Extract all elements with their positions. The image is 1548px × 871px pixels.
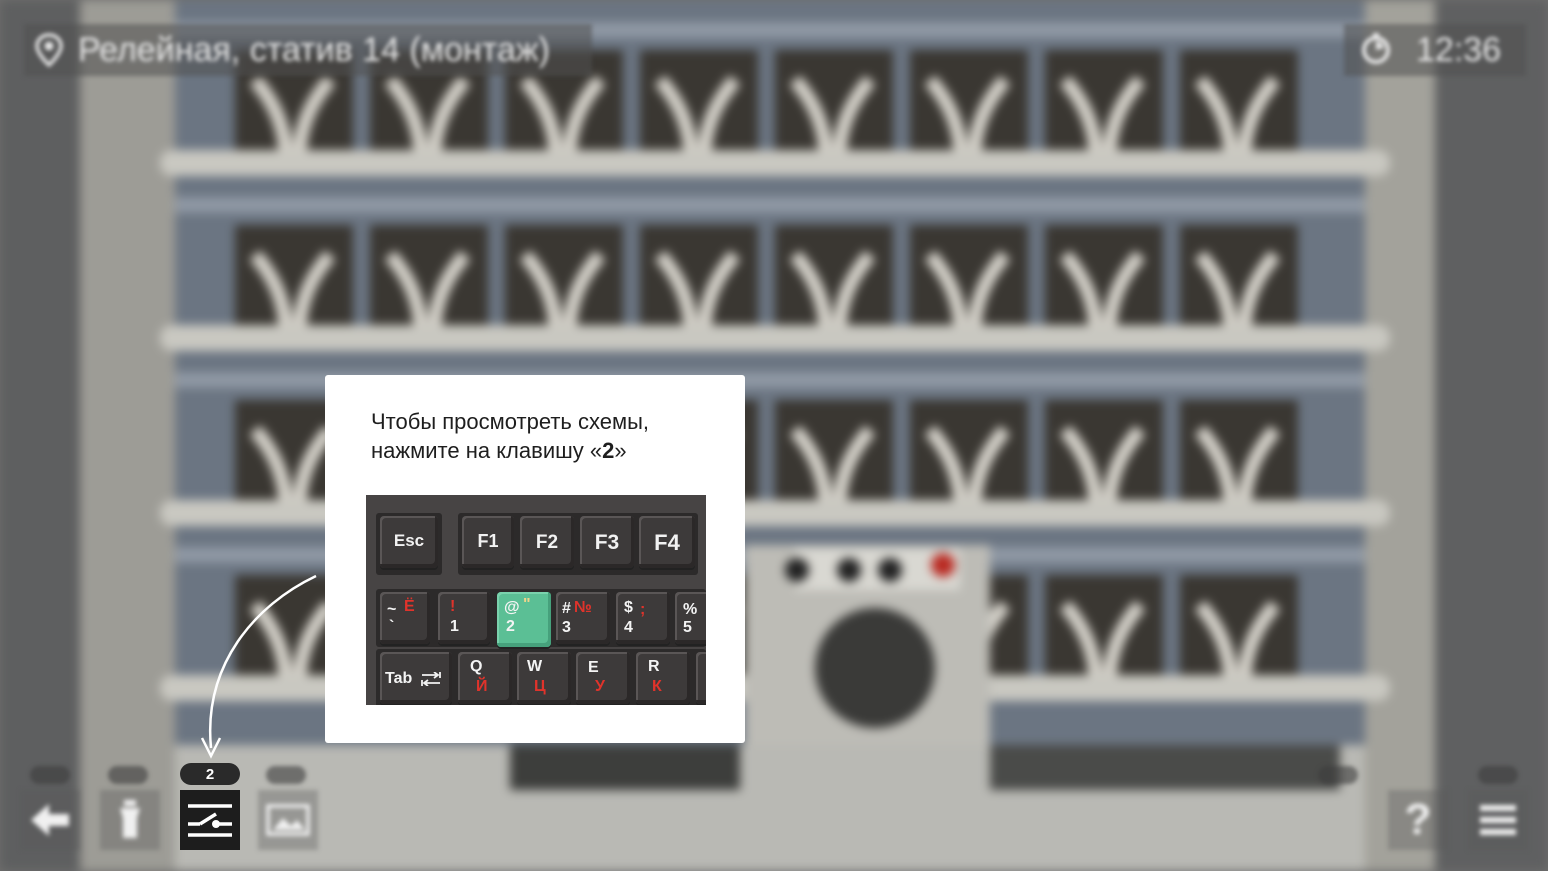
clock-time: 12:36 bbox=[1416, 30, 1502, 69]
hint-tooltip: Чтобы просмотреть схемы, нажмите на клав… bbox=[325, 375, 745, 743]
hint-key: 2 bbox=[602, 438, 615, 463]
tab-arrows-icon bbox=[420, 671, 442, 691]
help-button[interactable]: ? bbox=[1388, 790, 1448, 850]
key-w: W Ц bbox=[517, 652, 571, 704]
key-1: ! 1 bbox=[438, 592, 490, 644]
key-f2: F2 bbox=[520, 516, 574, 568]
photo-icon bbox=[265, 802, 311, 838]
location-label: Релейная, статив 14 (монтаж) bbox=[78, 30, 550, 69]
key-f1: F1 bbox=[462, 516, 514, 568]
location-banner: Релейная, статив 14 (монтаж) bbox=[24, 24, 592, 76]
key-4: $ ; 4 bbox=[616, 592, 670, 644]
hotkey-hint bbox=[1478, 766, 1518, 784]
key-e: E У bbox=[576, 652, 630, 704]
photo-button[interactable] bbox=[258, 790, 318, 850]
cable-bundle bbox=[160, 150, 1390, 176]
key-esc: Esc bbox=[380, 516, 438, 568]
key-f4: F4 bbox=[639, 516, 695, 568]
hint-line-2: нажмите на клавишу «2» bbox=[371, 438, 627, 463]
back-arrow-icon bbox=[27, 800, 73, 840]
key-partial bbox=[696, 652, 706, 704]
key-f3: F3 bbox=[580, 516, 634, 568]
menu-icon bbox=[1478, 802, 1518, 838]
help-icon: ? bbox=[1404, 795, 1432, 844]
location-pin-icon bbox=[34, 33, 64, 68]
key-q: Q Й bbox=[458, 652, 512, 704]
hint-text: Чтобы просмотреть схемы, нажмите на клав… bbox=[371, 407, 711, 465]
keyboard-illustration: Esc F1 F2 F3 F4 ~ Ё ` ! 1 @ " 2 # № 3 $ … bbox=[366, 495, 706, 705]
pointer-arrow bbox=[200, 574, 317, 759]
key-2-highlighted: @ " 2 bbox=[497, 592, 551, 647]
schemes-button[interactable] bbox=[180, 790, 240, 850]
key-r: R К bbox=[636, 652, 690, 704]
key-5: % 5 bbox=[675, 592, 706, 644]
hotkey-hint bbox=[108, 766, 148, 784]
cable-bundle bbox=[160, 325, 1390, 351]
back-button[interactable] bbox=[20, 790, 80, 850]
flashlight-button[interactable] bbox=[100, 790, 160, 850]
hotkey-hint bbox=[30, 766, 70, 784]
clock-icon bbox=[1358, 30, 1394, 71]
key-tilde: ~ Ё ` bbox=[380, 592, 430, 644]
menu-button[interactable] bbox=[1468, 790, 1528, 850]
rack-shelf bbox=[175, 197, 1365, 213]
flashlight-icon bbox=[115, 798, 145, 842]
hint-line-1: Чтобы просмотреть схемы, bbox=[371, 409, 650, 434]
hotkey-hint bbox=[1318, 766, 1358, 784]
game-clock: 12:36 bbox=[1344, 24, 1526, 76]
key-3: # № 3 bbox=[556, 592, 610, 644]
schemes-icon bbox=[186, 802, 234, 838]
key-tab: Tab bbox=[380, 652, 452, 704]
